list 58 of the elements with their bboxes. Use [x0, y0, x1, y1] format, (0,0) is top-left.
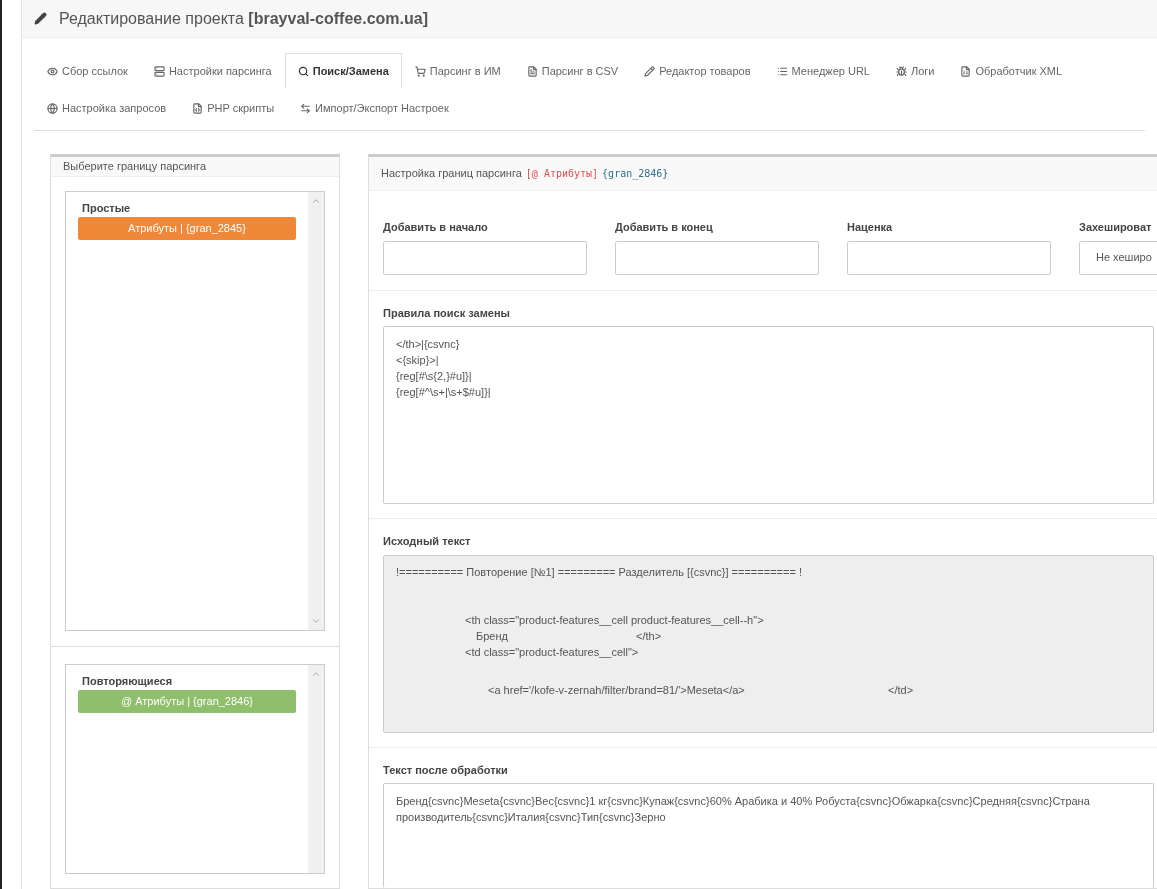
tab-icon — [414, 65, 426, 77]
input-field[interactable] — [615, 240, 819, 275]
tab[interactable]: Редактор товаров — [631, 53, 764, 89]
tab-icon — [47, 102, 58, 114]
source-line: <td class="product-features__cell"> — [465, 644, 639, 660]
tab[interactable]: Обработчик XML — [947, 53, 1076, 89]
tab-icon — [895, 65, 907, 77]
scroll-down-icon[interactable] — [311, 616, 321, 626]
tab-icon — [300, 102, 312, 114]
boundary-tag: [@ Атрибуты] — [525, 166, 599, 181]
group-title: Повторяющиеся — [81, 674, 174, 689]
tab-icon — [47, 65, 58, 77]
tab-icon — [644, 65, 656, 77]
rules-textarea[interactable]: </th>|{csvnc} <{skip}>| {reg[#\s{2,}#u]}| {reg[#^\s+|\s+$#u]}| — [383, 326, 1154, 504]
group-title: Простые — [81, 201, 132, 216]
source-textarea[interactable] — [383, 554, 1154, 733]
tab[interactable]: PHP скрипты — [179, 90, 288, 126]
tab[interactable]: Сбор ссылок — [34, 53, 141, 89]
scroll-up-icon[interactable] — [311, 669, 321, 679]
pencil-icon — [34, 12, 47, 25]
tab[interactable]: Импорт/Экспорт Настроек — [287, 90, 462, 126]
source-line: </td> — [888, 682, 914, 698]
input-field[interactable] — [383, 240, 587, 275]
scrollbar[interactable] — [308, 192, 324, 630]
panel-title: Выберите границу парсинга — [51, 157, 339, 177]
tab-icon — [526, 65, 538, 77]
tab[interactable]: Настройка запросов — [34, 90, 180, 126]
source-line: !========== Повторение [№1] ========= Разделитель [{csvnc}] ========== ! — [396, 564, 802, 580]
source-line: <th class="product-features__cell product-features__cell--h"> — [465, 612, 764, 628]
tab[interactable]: Логи — [882, 53, 948, 89]
source-line: <a href='/kofe-v-zernah/filter/brand=81/'>Meseta</a> — [488, 682, 746, 698]
field-label: Наценка — [847, 220, 894, 235]
field-label: Текст после обработки — [383, 762, 509, 778]
page-title: Редактирование проекта [brayval-coffee.com.ua] — [59, 8, 428, 29]
field-label: Исходный текст — [383, 534, 472, 549]
tab[interactable]: Поиск/Замена — [284, 53, 402, 89]
source-line: </th> — [636, 628, 662, 644]
panel-title: Настройка границ парсинга — [381, 166, 522, 182]
tab-icon — [960, 65, 972, 77]
field-label: Захешироват — [1079, 220, 1153, 235]
hash-select[interactable]: Не хеширо — [1079, 240, 1157, 275]
tab[interactable]: Настройки парсинга — [140, 53, 285, 89]
result-textarea[interactable]: Бренд{csvnc}Meseta{csvnc}Вес{csvnc}1 кг{csvnc}Купаж{csvnc}60% Арабика и 40% Робуста{csvnc}Обжарка{csvnc}Средняя{csvnc}Страна производитель{csvnc}Италия{csvnc}Тип{csvnc}Зерно — [383, 783, 1154, 888]
tab-icon — [192, 102, 204, 114]
tab[interactable]: Парсинг в CSV — [513, 53, 632, 89]
tab-icon — [776, 65, 788, 77]
scroll-up-icon[interactable] — [311, 196, 321, 206]
tab-icon — [153, 65, 165, 77]
source-line: Бренд — [476, 628, 509, 644]
field-label: Правила поиск замены — [383, 305, 511, 321]
boundary-code: {gran_2846} — [602, 167, 669, 181]
field-label: Добавить в начало — [383, 220, 489, 235]
tab[interactable]: Менеджер URL — [763, 53, 883, 89]
tab-icon — [297, 65, 309, 77]
tab[interactable]: Парсинг в ИМ — [401, 53, 514, 89]
scrollbar[interactable] — [308, 665, 324, 873]
input-field[interactable] — [847, 240, 1051, 275]
field-label: Добавить в конец — [615, 220, 714, 235]
